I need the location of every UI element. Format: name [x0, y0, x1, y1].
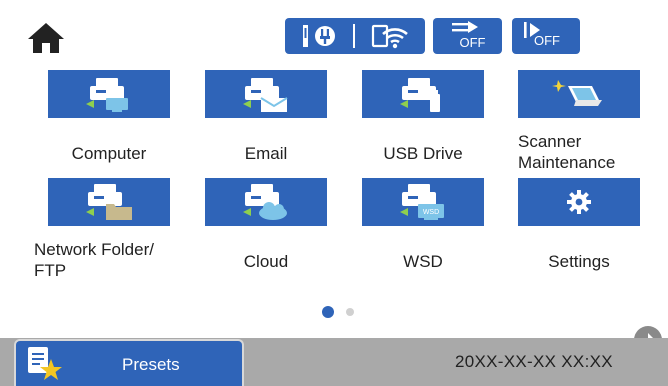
tile-scanner-maintenance-label: Scanner Maintenance [518, 131, 648, 173]
home-button[interactable] [26, 21, 66, 55]
tile-settings-label: Settings [548, 252, 610, 271]
presets-label: Presets [122, 355, 180, 374]
network-folder-icon [86, 184, 132, 220]
network-status-button[interactable] [285, 18, 425, 54]
tile-network-folder[interactable] [48, 178, 170, 226]
tile-wsd[interactable]: WSD [362, 178, 484, 226]
tile-email-label: Email [244, 144, 288, 163]
presets-star-icon [28, 347, 62, 380]
quiet-mode-off-label: OFF [459, 35, 486, 50]
page-indicator-inactive [346, 308, 354, 316]
cloud-scan-icon [243, 184, 287, 220]
gear-icon [567, 190, 591, 214]
quiet-mode-button[interactable]: OFF [433, 18, 502, 54]
tile-settings[interactable] [518, 178, 640, 226]
presets-button[interactable]: Presets [14, 339, 244, 386]
wsd-scan-icon: WSD [400, 184, 444, 220]
print-skip-off-label: OFF [534, 33, 560, 48]
scanner-maintenance-icon [552, 80, 602, 106]
tile-computer-label: Computer [71, 144, 147, 163]
tile-scanner-maintenance[interactable] [518, 70, 640, 118]
email-scan-icon [243, 78, 288, 112]
home-icon [28, 23, 64, 53]
tile-cloud[interactable] [205, 178, 327, 226]
usb-scan-icon [400, 78, 440, 112]
page-indicator-active [322, 306, 334, 318]
network-info-icon [285, 18, 353, 54]
tile-scanner-maintenance-label-line1: Scanner [518, 132, 582, 151]
datetime: 20XX-XX-XX XX:XX [455, 352, 613, 371]
tile-email[interactable] [205, 70, 327, 118]
tile-cloud-label: Cloud [243, 252, 289, 271]
print-skip-button[interactable]: OFF [512, 18, 580, 54]
tile-usb-drive-label: USB Drive [383, 144, 463, 163]
tile-computer[interactable] [48, 70, 170, 118]
tile-network-folder-label-line1: Network Folder/ [34, 240, 154, 259]
tile-wsd-label: WSD [403, 252, 443, 271]
tile-scanner-maintenance-label-line2: Maintenance [518, 153, 616, 172]
tile-network-folder-label-line2: FTP [34, 261, 67, 280]
tile-usb-drive[interactable] [362, 70, 484, 118]
svg-text:WSD: WSD [423, 209, 439, 216]
tile-network-folder-label: Network Folder/ FTP [34, 239, 194, 281]
quiet-mode-icon [451, 21, 478, 33]
computer-scan-icon [86, 78, 128, 112]
wifi-icon [355, 18, 425, 54]
